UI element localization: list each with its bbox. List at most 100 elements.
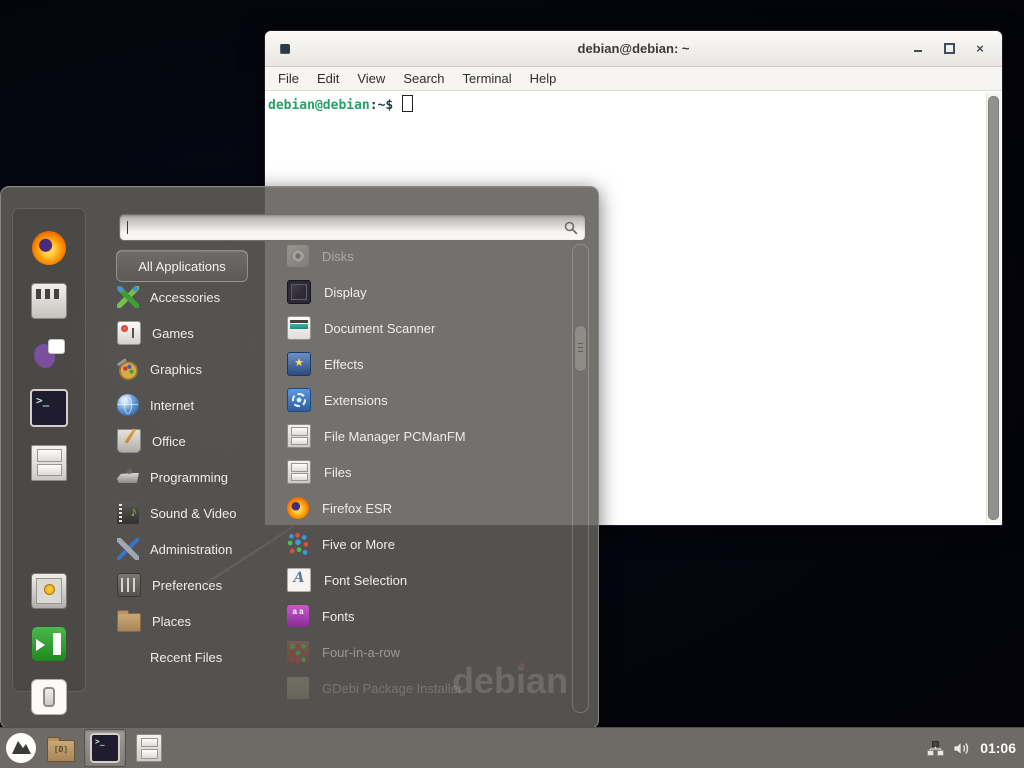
terminal-menu-item[interactable]: Search bbox=[394, 71, 453, 86]
category-label: Accessories bbox=[150, 290, 220, 305]
search-box bbox=[119, 214, 586, 241]
category-label: Recent Files bbox=[150, 650, 222, 665]
category-label: Internet bbox=[150, 398, 194, 413]
terminal-prompt: debian@debian:~$ bbox=[268, 95, 413, 113]
terminal-menu-item[interactable]: View bbox=[348, 71, 394, 86]
app-label: Five or More bbox=[322, 537, 395, 552]
app-item[interactable]: Extensions bbox=[287, 382, 567, 418]
mixer-icon[interactable] bbox=[31, 283, 67, 319]
category-item[interactable]: Graphics bbox=[117, 351, 282, 387]
places-icon bbox=[117, 613, 141, 632]
graphics-icon bbox=[117, 358, 139, 380]
pidgin-icon[interactable] bbox=[32, 337, 66, 371]
app-item[interactable]: Disks bbox=[287, 238, 567, 274]
programming-icon bbox=[117, 466, 139, 488]
category-item[interactable]: Games bbox=[117, 315, 282, 351]
category-item[interactable]: Recent Files bbox=[117, 639, 282, 675]
taskbar-window-folder[interactable] bbox=[41, 730, 81, 766]
filter-all-applications[interactable]: All Applications bbox=[116, 250, 248, 282]
administration-icon bbox=[117, 538, 139, 560]
app-item[interactable]: Five or More bbox=[287, 526, 567, 562]
app-item[interactable]: Font Selection bbox=[287, 562, 567, 598]
terminal-menu-item[interactable]: Help bbox=[521, 71, 566, 86]
terminal-menu-item[interactable]: File bbox=[269, 71, 308, 86]
app-item[interactable]: Four-in-a-row bbox=[287, 634, 567, 670]
menu-scrollbar-track[interactable] bbox=[572, 244, 589, 713]
network-icon[interactable] bbox=[927, 741, 944, 756]
prompt-user-host: debian@debian bbox=[268, 98, 370, 113]
app-label: Document Scanner bbox=[324, 321, 435, 336]
soundvideo-icon bbox=[117, 502, 139, 524]
games-icon bbox=[117, 321, 141, 345]
terminal-titlebar[interactable]: debian@debian: ~ × bbox=[265, 31, 1002, 67]
category-label: Games bbox=[152, 326, 194, 341]
category-label: Graphics bbox=[150, 362, 202, 377]
terminal-menu-item[interactable]: Edit bbox=[308, 71, 348, 86]
taskbar-window-terminal[interactable] bbox=[84, 729, 126, 767]
app-list: Disks Display Document Scanner Effects E… bbox=[287, 238, 567, 706]
category-label: Office bbox=[152, 434, 186, 449]
app-label: Font Selection bbox=[324, 573, 407, 588]
terminal-icon[interactable] bbox=[30, 389, 68, 427]
category-item[interactable]: Programming bbox=[117, 459, 282, 495]
preferences-icon bbox=[117, 573, 141, 597]
lockscreen-icon[interactable] bbox=[31, 573, 67, 609]
accessories-icon bbox=[117, 286, 139, 308]
terminal-scrollbar-track[interactable] bbox=[986, 93, 1001, 523]
category-item[interactable]: Accessories bbox=[117, 279, 282, 315]
favorites-panel bbox=[12, 208, 86, 692]
terminal-menubar: File Edit View Search Terminal Help bbox=[265, 67, 1002, 91]
cabinet-icon[interactable] bbox=[31, 445, 67, 481]
terminal-menu-item[interactable]: Terminal bbox=[454, 71, 521, 86]
internet-icon bbox=[117, 394, 139, 416]
extensions-icon bbox=[287, 388, 311, 412]
firefox-icon[interactable] bbox=[32, 231, 66, 265]
app-item[interactable]: GDebi Package Installer bbox=[287, 670, 567, 706]
app-label: Fonts bbox=[322, 609, 355, 624]
app-item[interactable]: File Manager PCManFM bbox=[287, 418, 567, 454]
shutdown-icon[interactable] bbox=[31, 679, 67, 715]
category-item[interactable]: Sound & Video bbox=[117, 495, 282, 531]
files-icon bbox=[287, 460, 311, 484]
category-label: Preferences bbox=[152, 578, 222, 593]
app-item[interactable]: Effects bbox=[287, 346, 567, 382]
category-item[interactable]: Preferences bbox=[117, 567, 282, 603]
pcmanfm-icon bbox=[287, 424, 311, 448]
volume-icon[interactable] bbox=[953, 741, 971, 756]
app-label: GDebi Package Installer bbox=[322, 681, 462, 696]
display-icon bbox=[287, 280, 311, 304]
category-item[interactable]: Administration bbox=[117, 531, 282, 567]
menu-scrollbar-thumb[interactable] bbox=[574, 325, 587, 372]
category-item[interactable]: Places bbox=[117, 603, 282, 639]
menu-button[interactable] bbox=[4, 731, 38, 765]
minimize-button[interactable] bbox=[912, 43, 924, 55]
fonts-icon bbox=[287, 605, 309, 627]
app-item[interactable]: Document Scanner bbox=[287, 310, 567, 346]
app-item[interactable]: Firefox ESR bbox=[287, 490, 567, 526]
terminal-cursor bbox=[402, 95, 413, 112]
firefox-icon bbox=[287, 497, 309, 519]
app-item[interactable]: Files bbox=[287, 454, 567, 490]
app-label: File Manager PCManFM bbox=[324, 429, 466, 444]
app-item[interactable]: Display bbox=[287, 274, 567, 310]
maximize-button[interactable] bbox=[943, 43, 955, 55]
terminal-icon bbox=[90, 733, 120, 763]
system-tray: 01:06 bbox=[927, 740, 1024, 756]
folder-icon bbox=[47, 740, 75, 762]
logout-icon[interactable] bbox=[32, 627, 66, 661]
taskbar-window-files[interactable] bbox=[129, 730, 169, 766]
search-input[interactable] bbox=[128, 215, 564, 240]
category-icon bbox=[117, 646, 139, 668]
close-button[interactable]: × bbox=[974, 43, 986, 55]
clock[interactable]: 01:06 bbox=[980, 740, 1016, 756]
category-label: Programming bbox=[150, 470, 228, 485]
category-item[interactable]: Internet bbox=[117, 387, 282, 423]
prompt-path: :~$ bbox=[370, 98, 393, 113]
app-item[interactable]: Fonts bbox=[287, 598, 567, 634]
terminal-scrollbar-thumb[interactable] bbox=[988, 96, 999, 520]
office-icon bbox=[117, 429, 141, 453]
file-cabinet-icon bbox=[136, 734, 162, 762]
category-label: Administration bbox=[150, 542, 232, 557]
app-label: Four-in-a-row bbox=[322, 645, 400, 660]
category-item[interactable]: Office bbox=[117, 423, 282, 459]
